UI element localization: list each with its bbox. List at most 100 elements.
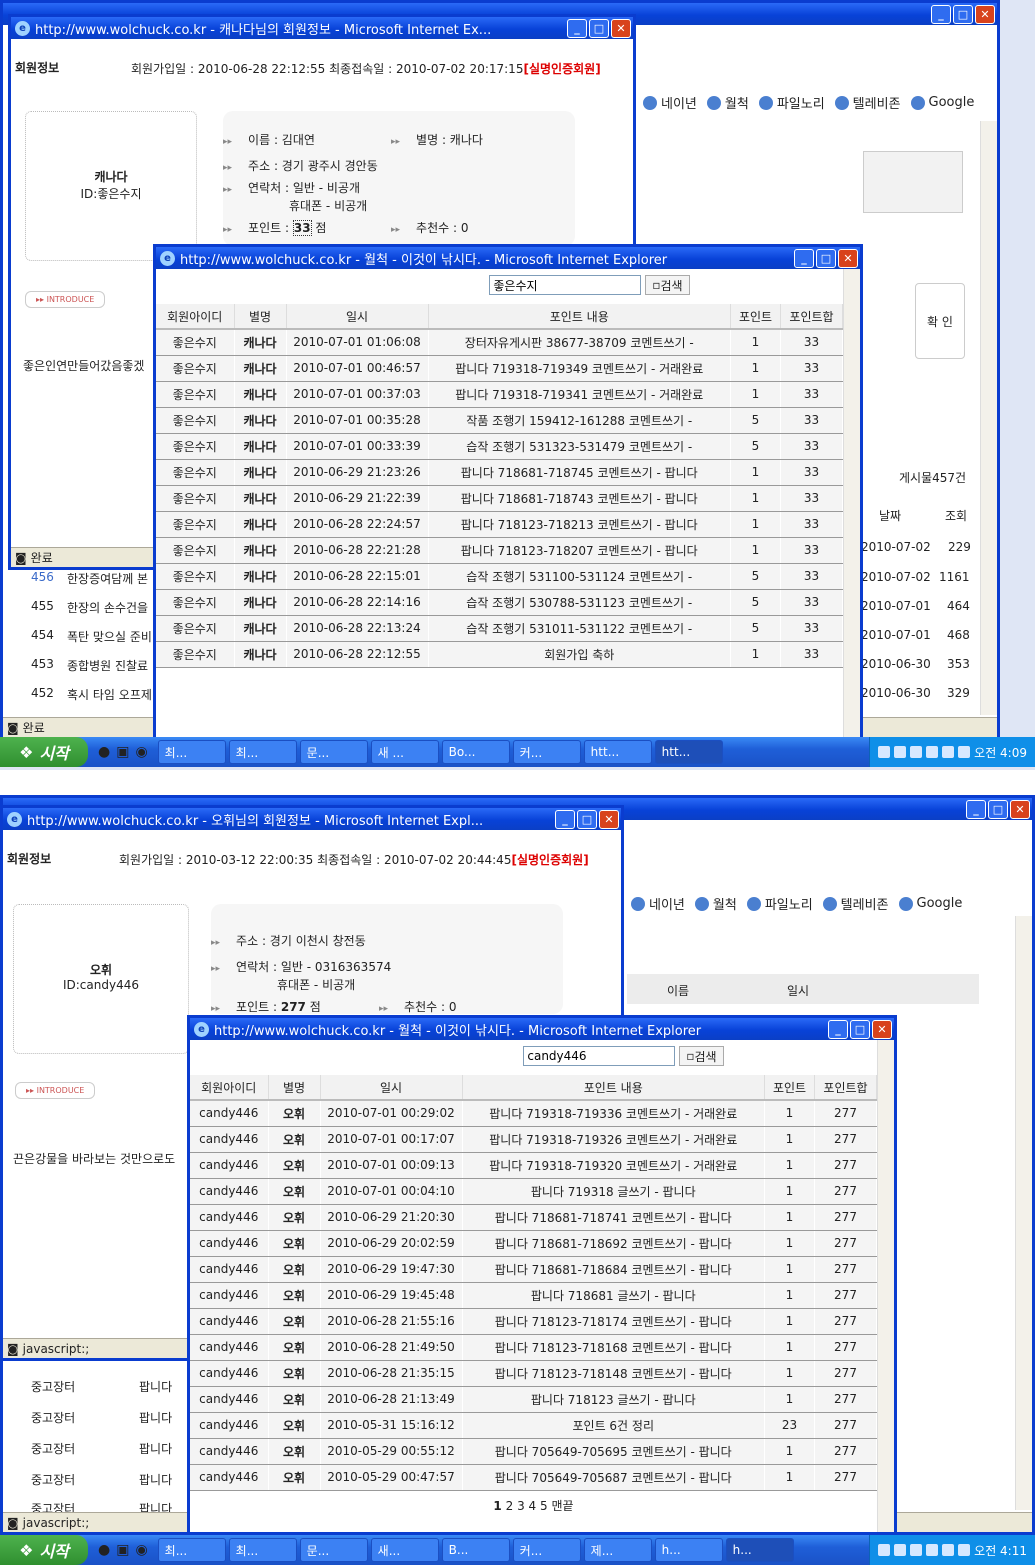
board-name[interactable]: 중고장터 — [31, 1440, 75, 1457]
browser-icon[interactable]: ● — [98, 1542, 110, 1558]
scrollbar[interactable] — [843, 269, 860, 741]
total-cell: 33 — [780, 485, 843, 512]
maximize-button[interactable]: □ — [816, 248, 836, 268]
tray-icon[interactable] — [878, 1544, 891, 1556]
taskbar-button[interactable]: B... — [441, 1538, 510, 1562]
taskbar-button[interactable]: 문... — [299, 1538, 368, 1562]
start-button[interactable]: ❖ 시작 — [0, 1535, 88, 1565]
minimize-button[interactable]: _ — [794, 248, 814, 268]
introduce-button[interactable]: ▸▸ INTRODUCE — [15, 1082, 96, 1099]
content-cell: 팝니다 705649-705695 코멘트쓰기 - 팝니다 — [462, 1438, 765, 1465]
page-link[interactable]: 5 — [540, 1499, 548, 1513]
tray-icon[interactable] — [926, 746, 939, 758]
maximize-button[interactable]: □ — [850, 1019, 870, 1039]
taskbar-button[interactable]: 최... — [157, 1538, 226, 1562]
close-button[interactable]: ✕ — [611, 18, 631, 38]
scrollbar[interactable] — [877, 1040, 894, 1532]
taskbar-button[interactable]: Bo... — [441, 740, 510, 764]
page-last-link[interactable]: 맨끝 — [551, 1499, 573, 1513]
app-icon[interactable]: ▣ — [116, 744, 129, 760]
taskbar-button[interactable]: 새 ... — [370, 740, 439, 764]
points-cell: 1 — [764, 1230, 815, 1257]
confirm-button[interactable]: 확 인 — [915, 283, 965, 359]
close-button[interactable]: ✕ — [1010, 799, 1030, 819]
table-row: 좋은수지 캐나다 2010-07-01 01:06:08 장터자유게시판 38677-… — [156, 329, 843, 356]
post-title[interactable]: 종합병원 진찰료 — [67, 657, 148, 674]
minimize-button[interactable]: _ — [567, 18, 587, 38]
board-name[interactable]: 중고장터 — [31, 1471, 75, 1488]
tray-icon[interactable] — [894, 1544, 907, 1556]
maximize-button[interactable]: □ — [988, 799, 1008, 819]
introduce-button[interactable]: ▸▸ INTRODUCE — [25, 291, 106, 308]
search-button[interactable]: ▫ 검색 — [679, 1046, 724, 1066]
maximize-button[interactable]: □ — [589, 18, 609, 38]
bookmark-4[interactable]: 텔레비존 — [834, 93, 901, 112]
taskbar-button[interactable]: 제... — [583, 1538, 652, 1562]
app-icon[interactable]: ◉ — [135, 744, 147, 760]
taskbar-button[interactable]: 최... — [228, 1538, 297, 1562]
tray-icon[interactable] — [894, 746, 907, 758]
taskbar-button[interactable]: htt... — [654, 740, 723, 764]
close-button[interactable]: ✕ — [975, 4, 995, 24]
bookmark-5[interactable]: Google — [910, 95, 974, 110]
taskbar-button[interactable]: 커... — [512, 1538, 581, 1562]
tray-icon[interactable] — [958, 746, 971, 758]
close-button[interactable]: ✕ — [599, 809, 619, 829]
minimize-button[interactable]: _ — [555, 809, 575, 829]
app-icon[interactable]: ▣ — [116, 1542, 129, 1558]
page-link[interactable]: 3 — [517, 1499, 525, 1513]
browser-icon[interactable]: ● — [98, 744, 110, 760]
post-title[interactable]: 한장의 손수건을 — [67, 599, 148, 616]
minimize-button[interactable]: _ — [966, 799, 986, 819]
taskbar-button[interactable]: 커... — [512, 740, 581, 764]
tray-icon[interactable] — [958, 1544, 971, 1556]
close-button[interactable]: ✕ — [838, 248, 858, 268]
taskbar-button[interactable]: h... — [654, 1538, 723, 1562]
search-button[interactable]: ▫ 검색 — [645, 275, 690, 295]
datetime-cell: 2010-07-01 00:04:10 — [320, 1178, 463, 1205]
minimize-button[interactable]: _ — [828, 1019, 848, 1039]
taskbar-button[interactable]: 최... — [157, 740, 226, 764]
bookmark-4[interactable]: 텔레비존 — [822, 894, 889, 913]
taskbar-button[interactable]: 문... — [299, 740, 368, 764]
tray-icon[interactable] — [878, 746, 891, 758]
bookmark-3[interactable]: 파일노리 — [758, 93, 825, 112]
minimize-button[interactable]: _ — [931, 4, 951, 24]
board-name[interactable]: 중고장터 — [31, 1409, 75, 1426]
taskbar-button[interactable]: 새... — [370, 1538, 439, 1562]
bookmark-5[interactable]: Google — [898, 896, 962, 911]
bookmark-2[interactable]: 월척 — [694, 894, 737, 913]
search-input[interactable] — [489, 275, 642, 295]
content-cell: 팝니다 719318-719336 코멘트쓰기 - 거래완료 — [462, 1100, 765, 1127]
post-title[interactable]: 혹시 타임 오프제 — [67, 686, 152, 703]
content-cell: 팝니다 719318-719320 코멘트쓰기 - 거래완료 — [462, 1152, 765, 1179]
tray-icon[interactable] — [926, 1544, 939, 1556]
nickname-cell: 오휘 — [268, 1386, 321, 1413]
board-name[interactable]: 중고장터 — [31, 1378, 75, 1395]
post-title[interactable]: 한장증여담께 본 — [67, 570, 148, 587]
taskbar-button[interactable]: 최... — [228, 740, 297, 764]
start-button[interactable]: ❖ 시작 — [0, 737, 88, 767]
points-cell: 1 — [730, 485, 781, 512]
tray-icon[interactable] — [942, 746, 955, 758]
bookmark-1[interactable]: 네이년 — [631, 894, 685, 913]
maximize-button[interactable]: □ — [577, 809, 597, 829]
scrollbar[interactable] — [1015, 916, 1032, 1510]
tray-icon[interactable] — [910, 1544, 923, 1556]
tray-icon[interactable] — [910, 746, 923, 758]
bookmark-2[interactable]: 월척 — [706, 93, 749, 112]
close-button[interactable]: ✕ — [872, 1019, 892, 1039]
search-input[interactable] — [523, 1046, 676, 1066]
taskbar-button[interactable]: h... — [725, 1538, 794, 1562]
bookmark-1[interactable]: 네이년 — [643, 93, 697, 112]
page-link-current[interactable]: 1 — [493, 1499, 501, 1513]
post-title[interactable]: 폭탄 맞으실 준비 — [67, 628, 152, 645]
table-row: candy446 오휘 2010-06-29 19:47:30 팝니다 718681-… — [190, 1256, 877, 1283]
page-link[interactable]: 2 — [506, 1499, 514, 1513]
taskbar-button[interactable]: htt... — [583, 740, 652, 764]
bookmark-3[interactable]: 파일노리 — [746, 894, 813, 913]
page-link[interactable]: 4 — [529, 1499, 537, 1513]
maximize-button[interactable]: □ — [953, 4, 973, 24]
app-icon[interactable]: ◉ — [135, 1542, 147, 1558]
tray-icon[interactable] — [942, 1544, 955, 1556]
